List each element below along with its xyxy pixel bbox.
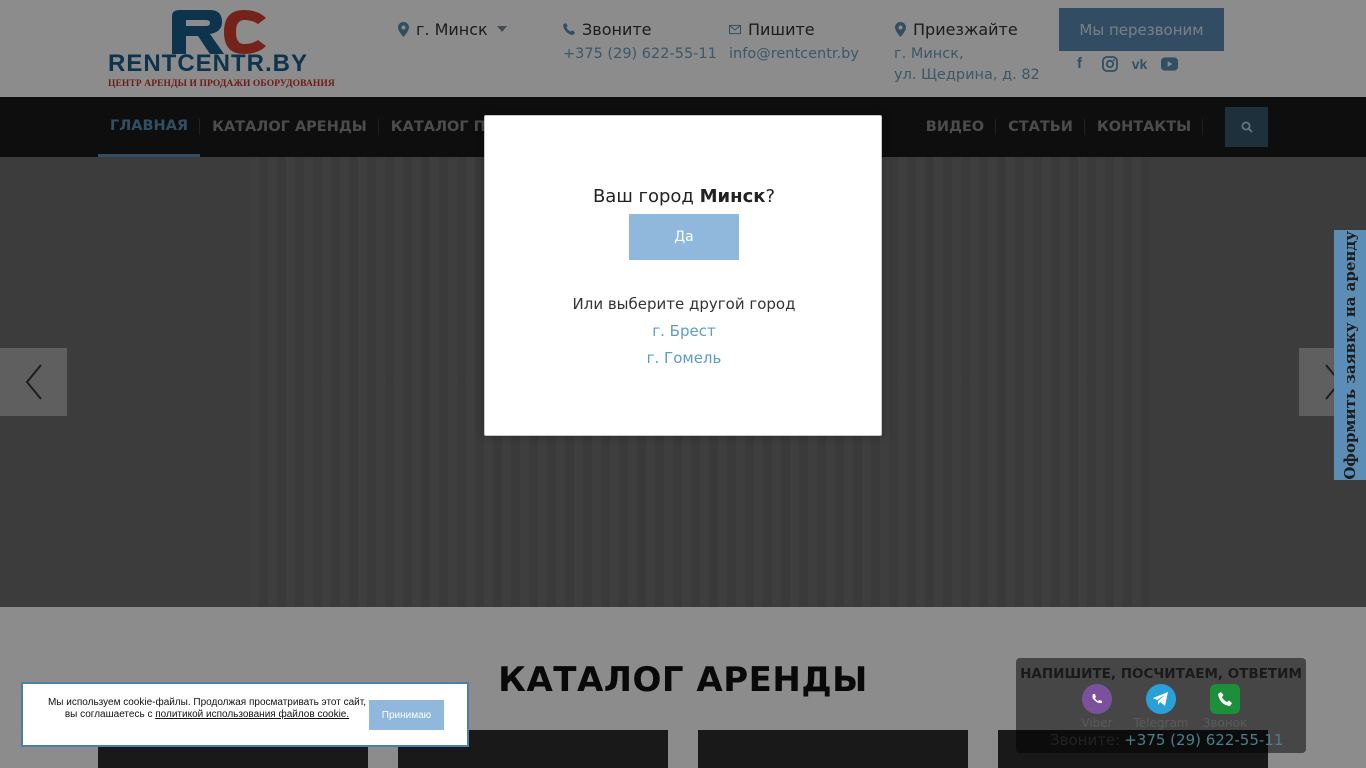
rental-request-label: Оформить заявку на аренду <box>1341 230 1359 480</box>
messenger-call: Звоните: +375 (29) 622-55-11 <box>1050 731 1284 749</box>
city-link-gomel[interactable]: г. Гомель <box>485 349 883 367</box>
modal-other-text: Или выберите другой город <box>572 295 796 313</box>
messenger-widget: НАПИШИТЕ, ПОСЧИТАЕМ, ОТВЕТИМ Viber Teleg… <box>1016 658 1306 753</box>
telegram-icon <box>1146 684 1176 714</box>
modal-city-name: Минск <box>699 186 766 207</box>
slider-prev-button[interactable] <box>0 348 67 416</box>
chevron-left-icon <box>25 364 42 400</box>
confirm-city-button[interactable]: Да <box>629 214 739 260</box>
cookie-policy-link[interactable]: политикой использования файлов cookie. <box>155 709 349 720</box>
phone-icon <box>1210 684 1240 714</box>
viber-icon <box>1082 684 1112 714</box>
viber-button[interactable]: Viber <box>1067 684 1127 730</box>
city-link-brest[interactable]: г. Брест <box>485 322 883 340</box>
call-button[interactable]: Звонок <box>1195 684 1255 730</box>
city-confirm-modal: Ваш город Минск? Да Или выберите другой … <box>484 115 882 436</box>
messenger-title: НАПИШИТЕ, ПОСЧИТАЕМ, ОТВЕТИМ <box>1020 666 1302 682</box>
cookie-banner: Мы используем cookie-файлы. Продолжая пр… <box>21 682 469 747</box>
messenger-call-phone[interactable]: +375 (29) 622-55-11 <box>1124 731 1283 749</box>
modal-question: Ваш город Минск? <box>592 186 776 207</box>
cookie-accept-button[interactable]: Принимаю <box>369 700 444 730</box>
cookie-text: Мы используем cookie-файлы. Продолжая пр… <box>47 697 367 720</box>
telegram-button[interactable]: Telegram <box>1131 684 1191 730</box>
rental-request-tab[interactable]: Оформить заявку на аренду <box>1334 230 1366 480</box>
